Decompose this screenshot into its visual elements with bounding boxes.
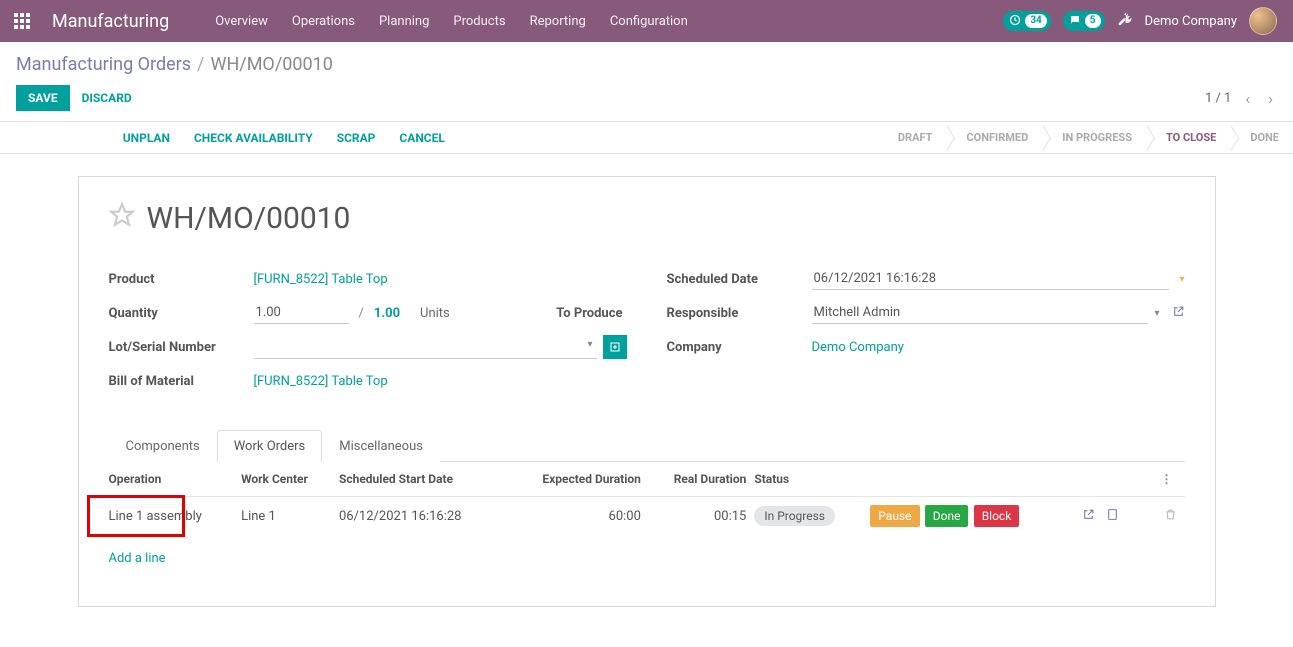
- col-work-center: Work Center: [241, 462, 339, 497]
- dropdown-caret-icon: ▾: [587, 339, 592, 350]
- tablet-view-icon[interactable]: [1106, 510, 1119, 525]
- delete-row-icon[interactable]: [1164, 510, 1177, 525]
- tab-work-orders[interactable]: Work Orders: [217, 430, 323, 462]
- activity-indicator[interactable]: 34: [1003, 11, 1050, 31]
- status-bar: MARK AS DONE UNPLAN CHECK AVAILABILITY S…: [0, 121, 1293, 154]
- to-produce-label: To Produce: [556, 306, 626, 321]
- bom-value[interactable]: [FURN_8522] Table Top: [254, 374, 388, 389]
- discard-button[interactable]: DISCARD: [70, 85, 144, 111]
- wo-real: 00:15: [649, 497, 754, 536]
- quantity-label: Quantity: [109, 306, 254, 321]
- quantity-total[interactable]: 1.00: [374, 306, 400, 321]
- form-sheet: WH/MO/00010 Product [FURN_8522] Table To…: [78, 176, 1216, 607]
- lot-serial-label: Lot/Serial Number: [109, 340, 254, 355]
- pager: 1 / 1 ‹ ›: [1205, 87, 1277, 110]
- menu-overview[interactable]: Overview: [205, 8, 278, 35]
- check-availability-button[interactable]: CHECK AVAILABILITY: [182, 122, 325, 153]
- col-expected-duration: Expected Duration: [510, 462, 649, 497]
- quantity-separator: /: [359, 306, 364, 321]
- main-navbar: Manufacturing Overview Operations Planni…: [0, 0, 1293, 42]
- menu-reporting[interactable]: Reporting: [520, 8, 596, 35]
- tab-components[interactable]: Components: [109, 430, 217, 462]
- external-link-icon[interactable]: [1172, 305, 1185, 322]
- add-line-link[interactable]: Add a line: [109, 543, 166, 574]
- wo-scheduled: 06/12/2021 16:16:28: [339, 497, 510, 536]
- responsible-input[interactable]: [812, 302, 1149, 324]
- col-status: Status: [754, 462, 870, 497]
- dropdown-caret-icon: ▾: [1154, 308, 1159, 319]
- lot-add-button[interactable]: [603, 335, 627, 359]
- wo-expected: 60:00: [510, 497, 649, 536]
- pager-next-icon[interactable]: ›: [1264, 87, 1277, 110]
- col-operation: Operation: [109, 462, 242, 497]
- app-title[interactable]: Manufacturing: [52, 11, 169, 32]
- tabs: Components Work Orders Miscellaneous: [109, 430, 1185, 462]
- favorite-star-icon[interactable]: [109, 202, 135, 235]
- messages-indicator[interactable]: 5: [1063, 11, 1105, 31]
- apps-launcher-icon[interactable]: [8, 7, 36, 35]
- scheduled-date-label: Scheduled Date: [667, 272, 812, 287]
- stage-done[interactable]: DONE: [1230, 122, 1293, 153]
- menu-configuration[interactable]: Configuration: [600, 8, 698, 35]
- chat-icon: [1069, 14, 1081, 29]
- status-stages: DRAFT CONFIRMED IN PROGRESS TO CLOSE DON…: [878, 122, 1293, 153]
- responsible-label: Responsible: [667, 306, 812, 321]
- work-order-row[interactable]: Line 1 assembly Line 1 06/12/2021 16:16:…: [109, 497, 1185, 536]
- pager-text: 1 / 1: [1205, 91, 1231, 106]
- quantity-unit: Units: [420, 306, 450, 321]
- company-label: Company: [667, 340, 812, 355]
- quantity-input[interactable]: [254, 302, 349, 324]
- warning-caret-icon: ▾: [1179, 274, 1184, 285]
- breadcrumb-current: WH/MO/00010: [210, 54, 332, 75]
- block-button[interactable]: Block: [974, 505, 1020, 527]
- column-options-icon[interactable]: ⋮: [1157, 468, 1177, 490]
- company-switcher[interactable]: Demo Company: [1145, 14, 1237, 29]
- stage-to-close[interactable]: TO CLOSE: [1146, 122, 1230, 153]
- breadcrumb: Manufacturing Orders / WH/MO/00010: [16, 54, 1277, 75]
- save-button[interactable]: SAVE: [16, 85, 70, 111]
- mark-as-done-button[interactable]: MARK AS DONE: [0, 122, 111, 153]
- lot-serial-select[interactable]: ▾: [254, 335, 597, 359]
- record-title: WH/MO/00010: [147, 201, 351, 236]
- company-value[interactable]: Demo Company: [812, 340, 904, 355]
- control-bar: Manufacturing Orders / WH/MO/00010 SAVE …: [0, 42, 1293, 111]
- open-form-icon[interactable]: [1082, 510, 1095, 525]
- menu-products[interactable]: Products: [443, 8, 515, 35]
- done-button[interactable]: Done: [925, 505, 969, 527]
- tab-miscellaneous[interactable]: Miscellaneous: [322, 430, 440, 462]
- navbar-right: 34 5 Demo Company: [1003, 7, 1277, 35]
- menu-planning[interactable]: Planning: [369, 8, 439, 35]
- wo-operation: Line 1 assembly: [109, 509, 202, 524]
- top-menu: Overview Operations Planning Products Re…: [205, 8, 698, 35]
- debug-icon[interactable]: [1117, 11, 1133, 31]
- product-value[interactable]: [FURN_8522] Table Top: [254, 272, 388, 287]
- user-avatar[interactable]: [1249, 7, 1277, 35]
- stage-confirmed[interactable]: CONFIRMED: [946, 122, 1042, 153]
- unplan-button[interactable]: UNPLAN: [111, 122, 182, 153]
- wo-work-center: Line 1: [241, 497, 339, 536]
- stage-draft[interactable]: DRAFT: [878, 122, 947, 153]
- scrap-button[interactable]: SCRAP: [325, 122, 388, 153]
- menu-operations[interactable]: Operations: [282, 8, 365, 35]
- wo-status-badge: In Progress: [754, 506, 835, 526]
- product-label: Product: [109, 272, 254, 287]
- clock-icon: [1009, 14, 1021, 29]
- activity-count: 34: [1025, 14, 1046, 28]
- pause-button[interactable]: Pause: [870, 505, 919, 527]
- bom-label: Bill of Material: [109, 374, 254, 389]
- col-scheduled-start: Scheduled Start Date: [339, 462, 510, 497]
- breadcrumb-separator: /: [197, 54, 204, 75]
- left-column: Product [FURN_8522] Table Top Quantity /…: [109, 264, 627, 400]
- pager-prev-icon[interactable]: ‹: [1241, 87, 1254, 110]
- stage-in-progress[interactable]: IN PROGRESS: [1042, 122, 1146, 153]
- cancel-button[interactable]: CANCEL: [387, 122, 456, 153]
- breadcrumb-root[interactable]: Manufacturing Orders: [16, 54, 191, 75]
- right-column: Scheduled Date ▾ Responsible ▾ Compan: [667, 264, 1185, 400]
- messages-count: 5: [1085, 14, 1101, 28]
- work-orders-table: Operation Work Center Scheduled Start Da…: [109, 462, 1185, 582]
- col-real-duration: Real Duration: [649, 462, 754, 497]
- scheduled-date-input[interactable]: [812, 268, 1170, 290]
